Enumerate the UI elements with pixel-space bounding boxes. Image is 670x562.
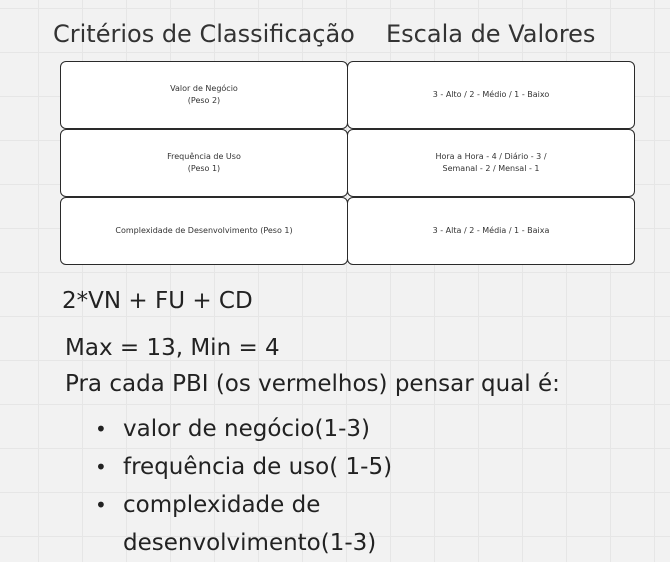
bullet-text: frequência de uso( 1-5) — [123, 454, 393, 480]
list-item: • complexidade de desenvolvimento(1-3) — [93, 486, 423, 562]
scale-header: Escala de Valores — [386, 20, 596, 48]
scale-cell-frequency[interactable]: Hora a Hora - 4 / Diário - 3 / Semanal -… — [347, 129, 635, 197]
bullet-icon: • — [95, 455, 107, 479]
instruction-text[interactable]: Pra cada PBI (os vermelhos) pensar qual … — [65, 371, 560, 397]
bullet-icon: • — [95, 417, 107, 441]
criterion-cell-complexity[interactable]: Complexidade de Desenvolvimento (Peso 1) — [60, 197, 348, 265]
bullet-icon: • — [95, 493, 107, 517]
criteria-table: Valor de Negócio (Peso 2) 3 - Alto / 2 -… — [60, 61, 635, 265]
scale-cell-complexity[interactable]: 3 - Alta / 2 - Média / 1 - Baixa — [347, 197, 635, 265]
list-item: • frequência de uso( 1-5) — [93, 448, 423, 486]
list-item: • valor de negócio(1-3) — [93, 410, 423, 448]
criteria-header: Critérios de Classificação — [53, 20, 355, 48]
priority-formula[interactable]: 2*VN + FU + CD — [62, 288, 253, 314]
criteria-bullet-list[interactable]: • valor de negócio(1-3) • frequência de us… — [93, 410, 423, 562]
bullet-text: valor de negócio(1-3) — [123, 416, 371, 442]
criterion-cell-frequency[interactable]: Frequência de Uso (Peso 1) — [60, 129, 348, 197]
criterion-cell-value[interactable]: Valor de Negócio (Peso 2) — [60, 61, 348, 129]
score-range[interactable]: Max = 13, Min = 4 — [65, 335, 280, 361]
bullet-text: complexidade de desenvolvimento(1-3) — [123, 492, 377, 556]
scale-cell-value[interactable]: 3 - Alto / 2 - Médio / 1 - Baixo — [347, 61, 635, 129]
